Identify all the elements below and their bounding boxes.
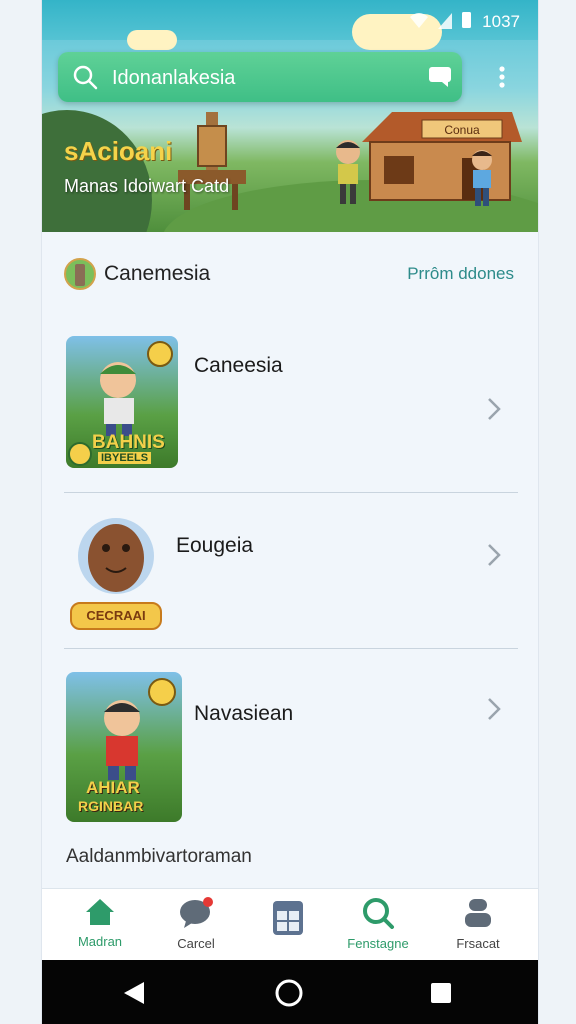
list-item[interactable]: BAHNIS IBYEELS Caneesia (42, 336, 538, 472)
child-illustration (472, 150, 492, 206)
nav-item-home[interactable]: Madran (60, 897, 140, 949)
section-title: Canemesia (104, 262, 211, 285)
section-header: Canemesia (64, 258, 210, 290)
profile-icon (465, 899, 491, 927)
chevron-right-icon[interactable] (486, 696, 502, 722)
nav-label: Fenstagne (347, 936, 409, 951)
list-item-label: Navasiean (194, 702, 294, 725)
chat-bubble-icon (180, 897, 213, 928)
hero-banner: 1037 Conua Idonanlakesia sAcioani Manas … (42, 0, 538, 232)
footer-text: Aaldanmbivartoraman (66, 846, 252, 867)
game-thumbnail: AHIAR RGINBAR (66, 672, 182, 822)
house-sign: Conua (444, 123, 480, 137)
nav-label: Madran (77, 934, 123, 949)
nav-item-search[interactable]: Fenstagne (338, 897, 418, 951)
back-icon[interactable] (122, 980, 146, 1006)
thumb-subtitle: RGINBAR (78, 798, 144, 814)
home-icon (86, 899, 114, 925)
chevron-right-icon[interactable] (486, 396, 502, 422)
divider (64, 648, 518, 649)
bottom-nav: Madran Carcel Fenstagne Frsacat (42, 888, 538, 961)
windmill-illustration (178, 112, 246, 210)
phone-screen: 1037 Conua Idonanlakesia sAcioani Manas … (42, 0, 538, 1024)
battery-icon (462, 12, 471, 28)
section-avatar-icon (64, 258, 96, 290)
list-item[interactable]: AHIAR RGINBAR Navasiean (42, 672, 538, 824)
thumb-badge: CECRAAI (70, 602, 162, 630)
thumb-title: BAHNIS (92, 432, 165, 453)
coconut-character-icon (78, 518, 154, 594)
calendar-icon (273, 901, 303, 935)
recents-icon[interactable] (430, 982, 452, 1004)
chat-icon[interactable] (428, 66, 452, 88)
list-item-label: Caneesia (194, 354, 283, 377)
nav-item-profile[interactable]: Frsacat (438, 897, 518, 951)
more-options-icon[interactable] (490, 64, 514, 92)
status-time: 1037 (482, 12, 520, 31)
hero-title: sAcioani (64, 136, 173, 166)
thumb-title: AHIAR (86, 778, 140, 797)
search-bar[interactable] (58, 52, 462, 102)
search-input[interactable] (110, 62, 414, 94)
character-illustration (336, 140, 360, 204)
section-link[interactable]: Prrôm ddones (407, 264, 514, 284)
status-bar: 1037 (42, 0, 538, 50)
nav-item-chat[interactable]: Carcel (156, 897, 236, 951)
house-illustration: Conua (362, 112, 522, 201)
nav-item-calendar[interactable] (248, 897, 328, 944)
content-list: Canemesia Prrôm ddones BAHNIS IBYEELS Ca… (42, 232, 538, 888)
search-icon[interactable] (72, 64, 98, 90)
wifi-icon (410, 13, 428, 28)
search-icon (363, 898, 394, 929)
list-item-label: Eougeia (176, 534, 254, 557)
system-nav-bar (42, 960, 538, 1024)
game-thumbnail: CECRAAI (70, 512, 162, 630)
list-item[interactable]: CECRAAI Eougeia (42, 512, 538, 632)
hero-subtitle: Manas Idoiwart Catd (64, 176, 230, 196)
nav-label: Carcel (177, 936, 215, 951)
game-thumbnail: BAHNIS IBYEELS (66, 336, 178, 468)
thumb-subtitle: IBYEELS (98, 452, 152, 464)
signal-icon (438, 13, 452, 29)
nav-label: Frsacat (456, 936, 500, 951)
chevron-right-icon[interactable] (486, 542, 502, 568)
home-circle-icon[interactable] (274, 978, 304, 1008)
divider (64, 492, 518, 493)
